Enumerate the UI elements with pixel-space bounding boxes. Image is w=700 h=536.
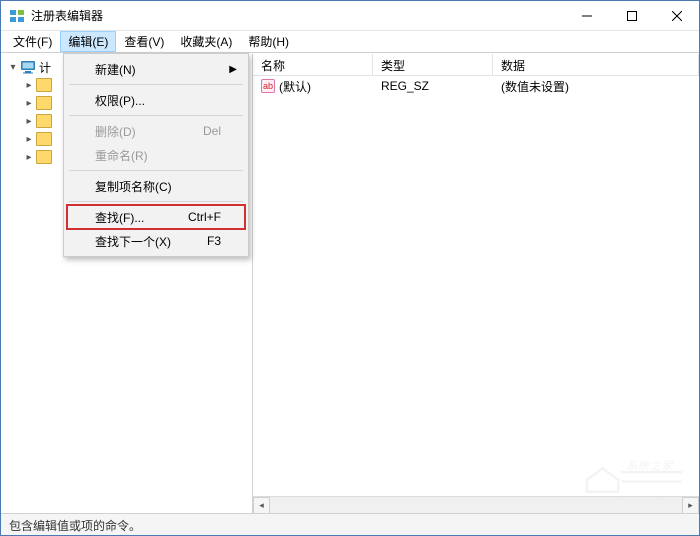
list-row[interactable]: ab (默认) REG_SZ (数值未设置) (253, 76, 699, 96)
status-bar: 包含编辑值或项的命令。 (1, 513, 699, 535)
maximize-button[interactable] (609, 1, 654, 30)
chevron-right-icon[interactable]: ▸ (23, 98, 35, 109)
status-text: 包含编辑值或项的命令。 (9, 519, 141, 533)
menu-item-delete: 删除(D) Del (67, 119, 245, 143)
menu-item-label: 重命名(R) (95, 147, 148, 164)
column-header-data[interactable]: 数据 (493, 54, 699, 75)
menu-view[interactable]: 查看(V) (116, 31, 172, 52)
menu-file[interactable]: 文件(F) (5, 31, 60, 52)
menu-item-label: 查找(F)... (95, 209, 144, 226)
window-title: 注册表编辑器 (31, 7, 564, 24)
tree-root-label: 计 (39, 59, 51, 76)
chevron-down-icon[interactable]: ▾ (7, 62, 19, 73)
menu-separator (69, 201, 243, 202)
menu-item-label: 新建(N) (95, 61, 136, 78)
folder-icon (36, 114, 52, 128)
window-controls (564, 1, 699, 30)
submenu-arrow-icon: ▶ (229, 64, 237, 75)
scroll-right-icon[interactable]: ▸ (682, 497, 699, 514)
menu-separator (69, 115, 243, 116)
chevron-right-icon[interactable]: ▸ (23, 134, 35, 145)
menu-item-copy-key-name[interactable]: 复制项名称(C) (67, 174, 245, 198)
chevron-right-icon[interactable]: ▸ (23, 116, 35, 127)
menu-item-rename: 重命名(R) (67, 143, 245, 167)
menu-separator (69, 84, 243, 85)
menu-help[interactable]: 帮助(H) (240, 31, 297, 52)
close-button[interactable] (654, 1, 699, 30)
list-body: ab (默认) REG_SZ (数值未设置) (253, 76, 699, 496)
computer-icon (20, 59, 36, 75)
menu-shortcut: Ctrl+F (188, 210, 221, 224)
menu-item-permissions[interactable]: 权限(P)... (67, 88, 245, 112)
menu-item-find-next[interactable]: 查找下一个(X) F3 (67, 229, 245, 253)
menu-favorites[interactable]: 收藏夹(A) (172, 31, 240, 52)
menu-item-label: 查找下一个(X) (95, 233, 171, 250)
title-bar: 注册表编辑器 (1, 1, 699, 31)
scroll-left-icon[interactable]: ◂ (253, 497, 270, 514)
cell-name: ab (默认) (253, 78, 373, 95)
value-name: (默认) (279, 78, 311, 95)
chevron-right-icon[interactable]: ▸ (23, 152, 35, 163)
folder-icon (36, 78, 52, 92)
cell-type: REG_SZ (373, 79, 493, 93)
scroll-track[interactable] (270, 497, 682, 513)
menu-shortcut: F3 (207, 234, 221, 248)
menu-bar: 文件(F) 编辑(E) 查看(V) 收藏夹(A) 帮助(H) (1, 31, 699, 53)
menu-item-find[interactable]: 查找(F)... Ctrl+F (67, 205, 245, 229)
folder-icon (36, 150, 52, 164)
menu-edit[interactable]: 编辑(E) (60, 31, 116, 52)
string-value-icon: ab (261, 79, 275, 93)
chevron-right-icon[interactable]: ▸ (23, 80, 35, 91)
menu-item-label: 权限(P)... (95, 92, 145, 109)
cell-data: (数值未设置) (493, 78, 699, 95)
menu-item-label: 复制项名称(C) (95, 178, 172, 195)
menu-separator (69, 170, 243, 171)
folder-icon (36, 132, 52, 146)
list-header: 名称 类型 数据 (253, 54, 699, 76)
edit-dropdown: 新建(N) ▶ 权限(P)... 删除(D) Del 重命名(R) 复制项名称(… (63, 53, 249, 257)
horizontal-scrollbar[interactable]: ◂ ▸ (253, 496, 699, 513)
column-header-type[interactable]: 类型 (373, 54, 493, 75)
minimize-button[interactable] (564, 1, 609, 30)
column-header-name[interactable]: 名称 (253, 54, 373, 75)
menu-shortcut: Del (203, 124, 221, 138)
app-icon (9, 8, 25, 24)
menu-item-new[interactable]: 新建(N) ▶ (67, 57, 245, 81)
menu-item-label: 删除(D) (95, 123, 136, 140)
folder-icon (36, 96, 52, 110)
list-pane: 名称 类型 数据 ab (默认) REG_SZ (数值未设置) ◂ ▸ (253, 54, 699, 513)
